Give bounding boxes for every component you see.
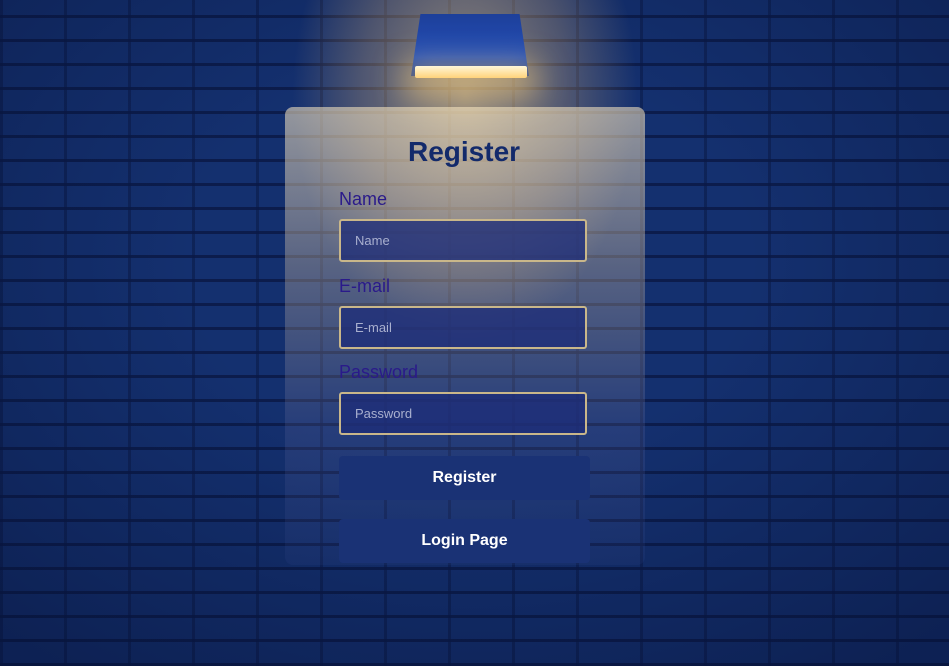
email-input[interactable]	[339, 306, 587, 349]
email-label: E-mail	[339, 276, 391, 296]
register-button[interactable]: Register	[339, 456, 590, 500]
password-input[interactable]	[339, 392, 587, 435]
password-label: Password	[339, 362, 419, 382]
wall-lamp-icon	[405, 14, 535, 80]
page-title: Register	[408, 136, 521, 167]
name-label: Name	[339, 189, 388, 209]
login-page-button[interactable]: Login Page	[339, 519, 590, 563]
name-input[interactable]	[339, 219, 587, 262]
lamp-bulb	[415, 66, 527, 78]
